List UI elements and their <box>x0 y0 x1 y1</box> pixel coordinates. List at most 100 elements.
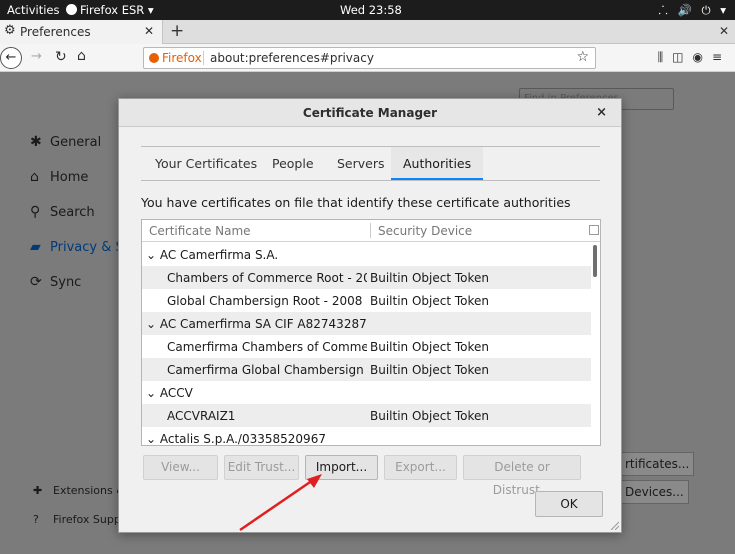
lock-icon: ▰ <box>30 239 41 255</box>
dialog-title: Certificate Manager <box>119 99 621 127</box>
sidebar-item-privacy[interactable]: ▰ Privacy & Se <box>30 239 132 255</box>
home-button[interactable]: ⌂ <box>77 48 86 64</box>
identity-box[interactable]: Firefox <box>149 51 202 65</box>
view-button-label: View... <box>161 460 200 474</box>
tree-row[interactable]: Camerfirma Global Chambersign RootBuilti… <box>142 358 591 381</box>
tab-people[interactable]: People <box>260 147 326 180</box>
security-device: Builtin Object Token <box>370 363 490 377</box>
tree-group-row[interactable]: ⌄ AC Camerfirma S.A. <box>142 243 591 266</box>
edit-trust-button: Edit Trust... <box>224 455 299 480</box>
puzzle-icon: ✚ <box>33 484 43 497</box>
ok-button[interactable]: OK <box>535 491 603 517</box>
sidebar-item-search[interactable]: ⚲ Search <box>30 204 95 220</box>
sidebar-item-home[interactable]: ⌂ Home <box>30 169 88 185</box>
certificate-manager-dialog: Certificate Manager × Your Certificates … <box>118 98 622 533</box>
certificate-name: ⌄ AC Camerfirma SA CIF A82743287 <box>146 317 367 331</box>
system-tray[interactable]: ⸫ 🔊 ⏻ ▾ <box>658 3 729 18</box>
new-tab-button[interactable]: + <box>170 21 184 41</box>
certificate-name: Global Chambersign Root - 2008 <box>167 294 363 308</box>
sidebar-item-label: Search <box>50 205 95 220</box>
tree-row[interactable]: Camerfirma Chambers of Commerce…Builtin … <box>142 335 591 358</box>
certificate-name: Chambers of Commerce Root - 2008 <box>167 271 367 285</box>
app-menu-label: Firefox ESR ▾ <box>80 3 154 17</box>
sidebar-item-general[interactable]: ✱ General <box>30 134 101 150</box>
url-separator <box>203 51 204 65</box>
export-button-label: Export... <box>395 460 446 474</box>
security-devices-button[interactable]: Devices... <box>620 480 689 504</box>
column-divider[interactable] <box>370 223 371 238</box>
navigation-toolbar: ← → ↻ ⌂ Firefox about:preferences#privac… <box>0 44 735 72</box>
column-picker-icon[interactable] <box>589 225 599 235</box>
tab-title: Preferences <box>20 25 91 39</box>
help-icon: ? <box>33 513 39 526</box>
hamburger-menu-icon[interactable]: ≡ <box>712 50 731 64</box>
security-device: Builtin Object Token <box>370 271 490 285</box>
clock[interactable]: Wed 23:58 <box>340 3 402 17</box>
toolbar-icons[interactable]: ⫼◫◉≡ <box>658 50 731 65</box>
identity-label: Firefox <box>162 51 202 65</box>
close-tab-icon[interactable]: ✕ <box>144 24 154 38</box>
certificate-name: ACCVRAIZ1 <box>167 409 236 423</box>
authorities-description: You have certificates on file that ident… <box>141 195 571 210</box>
certificate-tree[interactable]: Certificate Name Security Device ⌄ AC Ca… <box>141 219 601 446</box>
certificate-name: Camerfirma Global Chambersign Root <box>167 363 367 377</box>
url-bar[interactable]: Firefox about:preferences#privacy ☆ <box>143 47 596 69</box>
sidebar-item-sync[interactable]: ⟳ Sync <box>30 274 81 290</box>
tab-your-certificates[interactable]: Your Certificates <box>143 147 269 180</box>
tree-row[interactable]: Chambers of Commerce Root - 2008 Builtin … <box>142 266 591 289</box>
sidebar-link-extensions[interactable]: ✚ Extensions & <box>33 484 125 497</box>
tree-row[interactable]: Global Chambersign Root - 2008 Builtin Ob… <box>142 289 591 312</box>
security-device: Builtin Object Token <box>370 294 490 308</box>
import-button[interactable]: Import... <box>305 455 378 480</box>
sidebar-icon[interactable]: ◫ <box>672 50 692 64</box>
security-device: Builtin Object Token <box>370 340 490 354</box>
forward-button[interactable]: → <box>31 49 42 64</box>
sidebar-link-support[interactable]: ? Firefox Suppo <box>33 513 128 526</box>
tree-scrollbar[interactable] <box>592 243 598 443</box>
sidebar-link-label: Extensions & <box>53 484 125 497</box>
gear-icon: ✱ <box>30 134 42 150</box>
firefox-icon <box>149 53 159 63</box>
app-menu[interactable]: Firefox ESR ▾ <box>66 3 154 17</box>
sync-icon: ⟳ <box>30 274 42 290</box>
account-icon[interactable]: ◉ <box>692 50 711 64</box>
bookmark-star-icon[interactable]: ☆ <box>576 49 589 65</box>
tab-preferences[interactable]: ⚙ Preferences ✕ <box>0 20 163 44</box>
activities-button[interactable]: Activities <box>7 3 59 17</box>
tree-group-row[interactable]: ⌄ Actalis S.p.A./03358520967 <box>142 427 591 446</box>
view-button: View... <box>143 455 218 480</box>
security-device: Builtin Object Token <box>370 409 490 423</box>
sidebar-item-label: Home <box>50 170 89 185</box>
certificate-name: Camerfirma Chambers of Commerce… <box>167 340 367 354</box>
system-top-bar: Activities Firefox ESR ▾ Wed 23:58 ⸫ 🔊 ⏻… <box>0 0 735 20</box>
resize-grip-icon[interactable] <box>609 520 619 530</box>
close-window-icon[interactable]: ✕ <box>719 24 729 38</box>
sidebar-item-label: General <box>50 135 102 150</box>
back-button[interactable]: ← <box>0 47 22 69</box>
home-icon: ⌂ <box>30 169 39 185</box>
scrollbar-thumb[interactable] <box>593 245 597 277</box>
tree-group-row[interactable]: ⌄ AC Camerfirma SA CIF A82743287 <box>142 312 591 335</box>
gear-icon: ⚙ <box>4 23 16 38</box>
certificate-name: ⌄ AC Camerfirma S.A. <box>146 248 279 262</box>
export-button: Export... <box>384 455 457 480</box>
tab-strip: ⚙ Preferences ✕ + ✕ <box>0 20 735 44</box>
edit-trust-button-label: Edit Trust... <box>227 460 296 474</box>
view-certificates-button[interactable]: rtificates... <box>620 452 695 476</box>
import-button-label: Import... <box>315 460 368 474</box>
url-text[interactable]: about:preferences#privacy <box>210 51 374 65</box>
close-icon[interactable]: × <box>596 105 607 120</box>
tab-servers[interactable]: Servers <box>325 147 397 180</box>
tab-authorities[interactable]: Authorities <box>391 147 484 180</box>
library-icon[interactable]: ⫼ <box>658 50 673 64</box>
certificate-name: ⌄ Actalis S.p.A./03358520967 <box>146 432 326 446</box>
column-header-device[interactable]: Security Device <box>378 224 472 238</box>
column-header-name[interactable]: Certificate Name <box>149 224 251 238</box>
search-icon: ⚲ <box>30 204 41 220</box>
tree-row[interactable]: ACCVRAIZ1 Builtin Object Token <box>142 404 591 427</box>
certificate-name: ⌄ ACCV <box>146 386 193 400</box>
delete-distrust-button: Delete or Distrust... <box>463 455 581 497</box>
firefox-icon <box>66 4 77 15</box>
reload-button[interactable]: ↻ <box>55 49 67 65</box>
tree-group-row[interactable]: ⌄ ACCV <box>142 381 591 404</box>
